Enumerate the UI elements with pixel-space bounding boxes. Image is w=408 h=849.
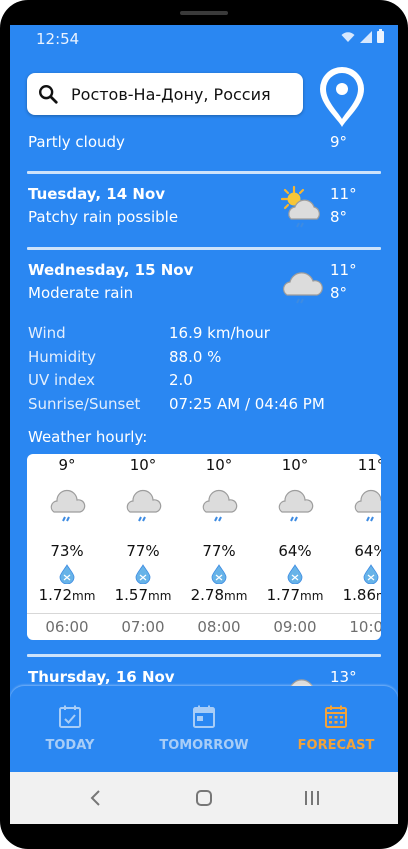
hourly-temp: 10° — [281, 456, 309, 474]
detail-value: 88.0 % — [169, 347, 222, 366]
day-low-temp: 8° — [330, 208, 348, 226]
calendar-check-icon — [59, 705, 81, 728]
location-pin-icon[interactable] — [316, 65, 368, 129]
status-bar: 12:54 — [10, 25, 398, 51]
status-icons — [341, 29, 384, 43]
tab-forecast-label: FORECAST — [297, 738, 375, 753]
home-icon[interactable] — [192, 786, 216, 810]
hourly-precip: 1.77mm — [266, 586, 324, 604]
detail-label: Humidity — [28, 347, 97, 366]
calendar-grid-icon — [325, 705, 347, 728]
raindrop-icon — [211, 564, 227, 584]
back-icon[interactable] — [84, 786, 108, 810]
forecast-list[interactable]: Partly cloudy 9° Tuesday, 14 Nov Patchy … — [10, 129, 398, 689]
raindrop-icon — [59, 564, 75, 584]
day-date: Thursday, 16 Nov — [28, 668, 175, 686]
cloud-rain-icon — [282, 272, 323, 304]
divider — [27, 171, 381, 174]
hourly-strip[interactable]: 9° 73% 1.72mm 06:00 10° 77% 1.57mm 07:00 — [27, 454, 381, 640]
system-navigation-bar — [10, 772, 398, 824]
partial-day-row: Partly cloudy 9° — [27, 133, 381, 153]
cloud-rain-icon — [278, 489, 314, 522]
detail-value: 16.9 km/hour — [169, 324, 270, 342]
sun-cloud-rain-icon — [280, 185, 320, 228]
hourly-temp: 11° — [357, 456, 381, 474]
detail-label: UV index — [28, 371, 96, 389]
detail-value: 07:25 AM / 04:46 PM — [169, 394, 325, 413]
detail-row-wind: Wind 16.9 km/hour — [28, 324, 382, 348]
battery-icon — [377, 29, 384, 43]
hourly-humidity: 64% — [278, 542, 312, 560]
tab-tomorrow[interactable]: TOMORROW — [144, 704, 264, 760]
city-search-field[interactable]: Ростов-На-Дону, Россия — [27, 73, 303, 115]
day-condition: Patchy rain possible — [28, 208, 179, 226]
hourly-item: 10° 77% 2.78mm 08:00 — [181, 454, 257, 640]
detail-row-uv: UV index 2.0 — [28, 371, 382, 395]
hourly-time: 07:00 — [121, 618, 165, 636]
hourly-humidity: 77% — [202, 542, 236, 560]
hourly-item: 10° 77% 1.57mm 07:00 — [105, 454, 181, 640]
raindrop-icon — [135, 564, 151, 584]
hourly-precip: 1.72mm — [38, 586, 96, 604]
day-condition: Moderate rain — [28, 284, 134, 302]
hourly-humidity: 64% — [354, 542, 381, 560]
search-input[interactable]: Ростов-На-Дону, Россия — [71, 85, 271, 104]
hourly-item: 10° 64% 1.77mm 09:00 — [257, 454, 333, 640]
hourly-precip: 2.78mm — [190, 586, 248, 604]
app-screen: 12:54 Ростов-На-Дону, Россия Partly clou… — [10, 25, 398, 824]
hourly-item: 11° 64% 1.86mm 10:00 — [333, 454, 381, 640]
recent-apps-icon[interactable] — [300, 786, 324, 810]
calendar-icon — [193, 705, 215, 728]
detail-label: Wind — [28, 324, 66, 342]
day-high-temp: 11° — [330, 185, 357, 203]
speaker — [180, 11, 228, 15]
detail-value: 2.0 — [169, 371, 193, 389]
tab-tomorrow-label: TOMORROW — [159, 738, 249, 753]
divider — [27, 654, 381, 657]
detail-row-sun: Sunrise/Sunset 07:25 AM / 04:46 PM — [28, 395, 382, 419]
day-low-temp: 8° — [330, 284, 348, 302]
hourly-time: 09:00 — [273, 618, 317, 636]
cloud-rain-icon — [202, 489, 238, 522]
day-details: Wind 16.9 km/hour Humidity 88.0 % UV ind… — [28, 324, 382, 418]
hourly-temp: 10° — [205, 456, 233, 474]
day-condition: Partly cloudy — [28, 133, 125, 151]
day-high-temp: 13° — [330, 668, 357, 686]
hourly-time: 10:00 — [349, 618, 381, 636]
hourly-time: 06:00 — [45, 618, 89, 636]
detail-label: Sunrise/Sunset — [28, 394, 141, 413]
divider — [27, 247, 381, 250]
hourly-item: 9° 73% 1.72mm 06:00 — [29, 454, 105, 640]
phone-frame: 12:54 Ростов-На-Дону, Россия Partly clou… — [0, 0, 408, 849]
raindrop-icon — [287, 564, 303, 584]
day-date: Wednesday, 15 Nov — [28, 261, 194, 279]
hourly-time: 08:00 — [197, 618, 241, 636]
search-icon — [39, 85, 58, 104]
signal-icon — [360, 31, 372, 43]
hourly-precip: 1.86mm — [342, 586, 381, 604]
hourly-humidity: 73% — [50, 542, 84, 560]
day-row[interactable]: Wednesday, 15 Nov Moderate rain 11° 8° — [27, 261, 381, 321]
status-time: 12:54 — [36, 30, 80, 48]
detail-row-humidity: Humidity 88.0 % — [28, 348, 382, 372]
day-high-temp: 11° — [330, 261, 357, 279]
bottom-navigation: TODAY TOMORROW FORECAST — [10, 686, 398, 772]
cloud-rain-icon — [50, 489, 86, 522]
cloud-rain-icon — [354, 489, 381, 522]
tab-today-label: TODAY — [45, 738, 95, 753]
hourly-temp: 9° — [58, 456, 76, 474]
hourly-temp: 10° — [129, 456, 157, 474]
raindrop-icon — [363, 564, 379, 584]
day-row[interactable]: Tuesday, 14 Nov Patchy rain possible 11°… — [27, 185, 381, 245]
tab-today[interactable]: TODAY — [10, 704, 130, 760]
day-date: Tuesday, 14 Nov — [28, 185, 166, 203]
hourly-precip: 1.57mm — [114, 586, 172, 604]
hourly-label: Weather hourly: — [28, 428, 148, 446]
wifi-icon — [341, 32, 355, 42]
day-low-temp: 9° — [330, 133, 348, 151]
tab-forecast[interactable]: FORECAST — [276, 704, 396, 760]
hourly-humidity: 77% — [126, 542, 160, 560]
cloud-rain-icon — [126, 489, 162, 522]
